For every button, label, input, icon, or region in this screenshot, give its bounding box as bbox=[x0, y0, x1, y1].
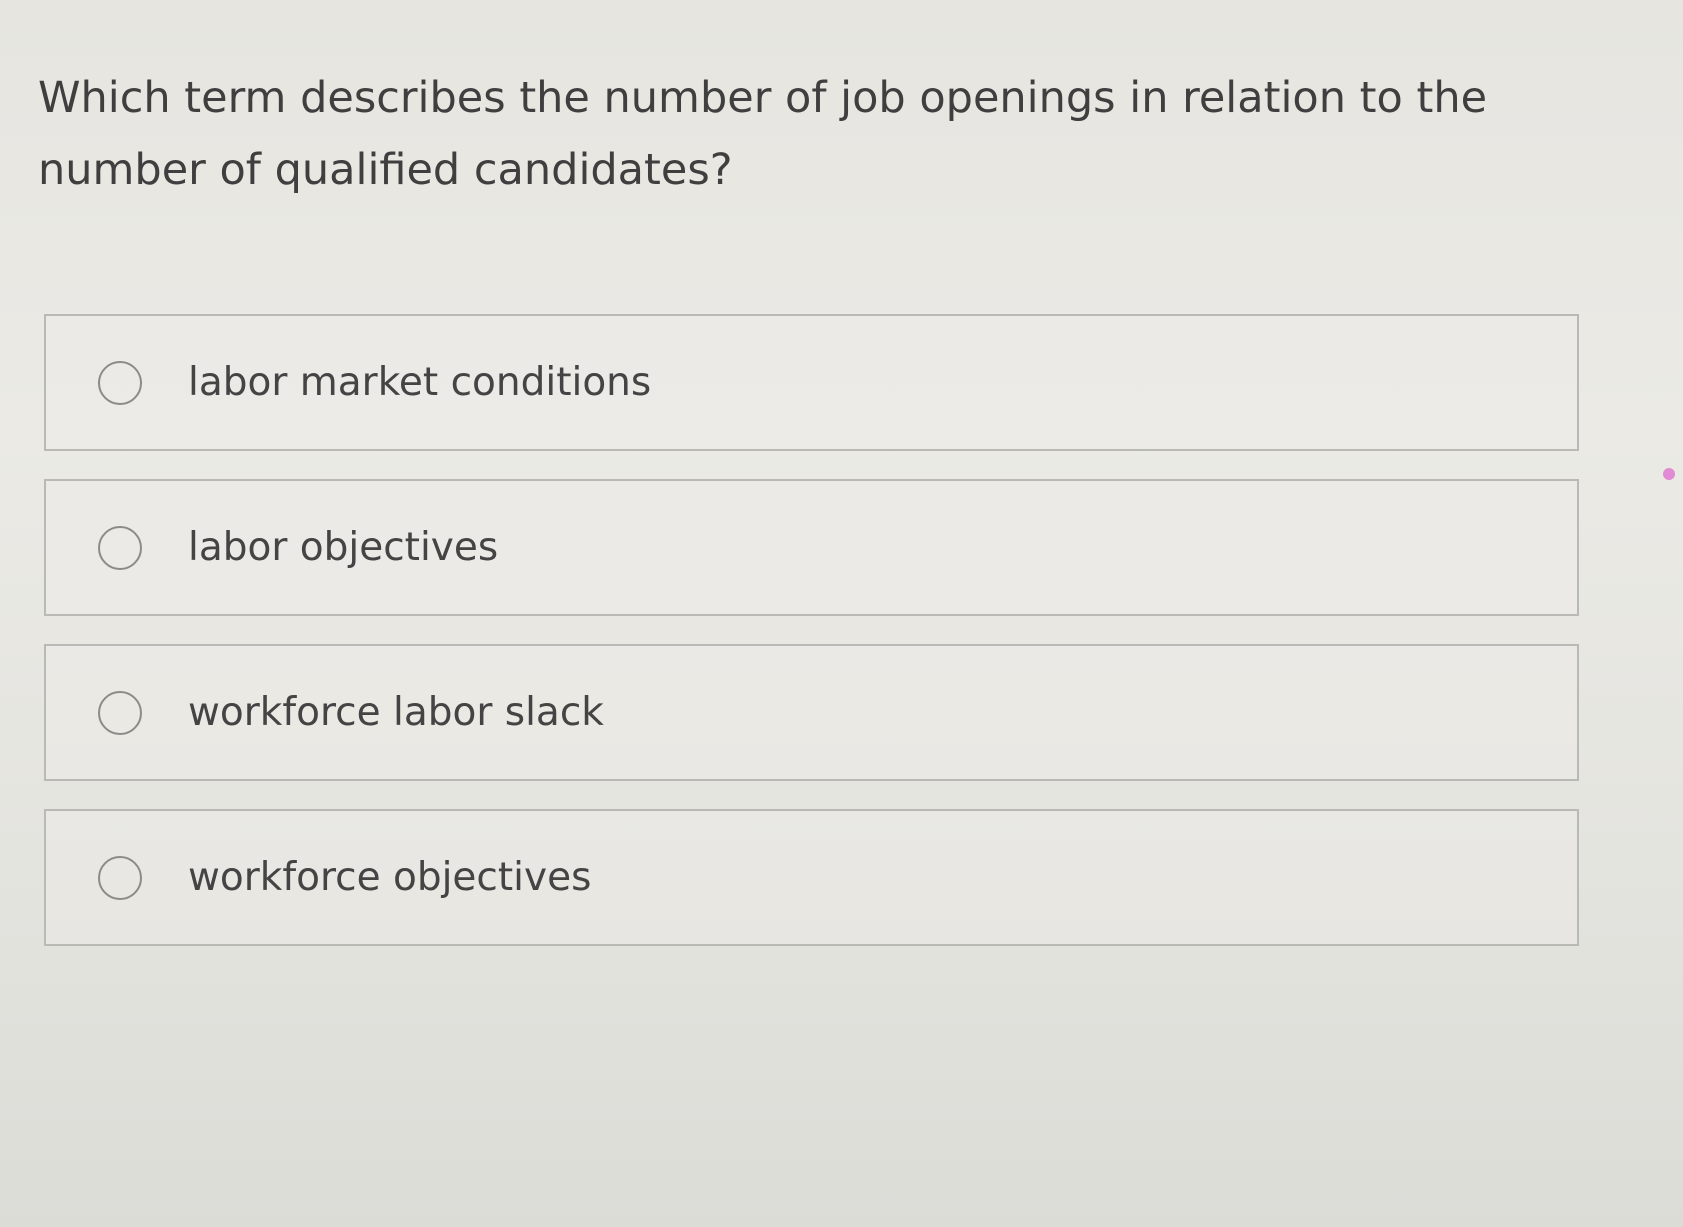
answer-option-labor-market-conditions[interactable]: labor market conditions bbox=[44, 314, 1579, 451]
answer-option-workforce-labor-slack[interactable]: workforce labor slack bbox=[44, 644, 1579, 781]
radio-button[interactable] bbox=[98, 525, 142, 570]
radio-button[interactable] bbox=[98, 360, 142, 405]
option-label: labor objectives bbox=[188, 525, 499, 570]
answer-options: labor market conditions labor objectives… bbox=[44, 314, 1579, 974]
option-label: workforce labor slack bbox=[188, 690, 604, 735]
option-label: labor market conditions bbox=[188, 360, 652, 405]
cursor-dot-icon bbox=[1663, 468, 1675, 480]
radio-button[interactable] bbox=[98, 855, 142, 900]
answer-option-workforce-objectives[interactable]: workforce objectives bbox=[44, 809, 1579, 946]
option-label: workforce objectives bbox=[188, 855, 592, 900]
question-text: Which term describes the number of job o… bbox=[38, 73, 1488, 195]
radio-button[interactable] bbox=[98, 690, 142, 735]
answer-option-labor-objectives[interactable]: labor objectives bbox=[44, 479, 1579, 616]
